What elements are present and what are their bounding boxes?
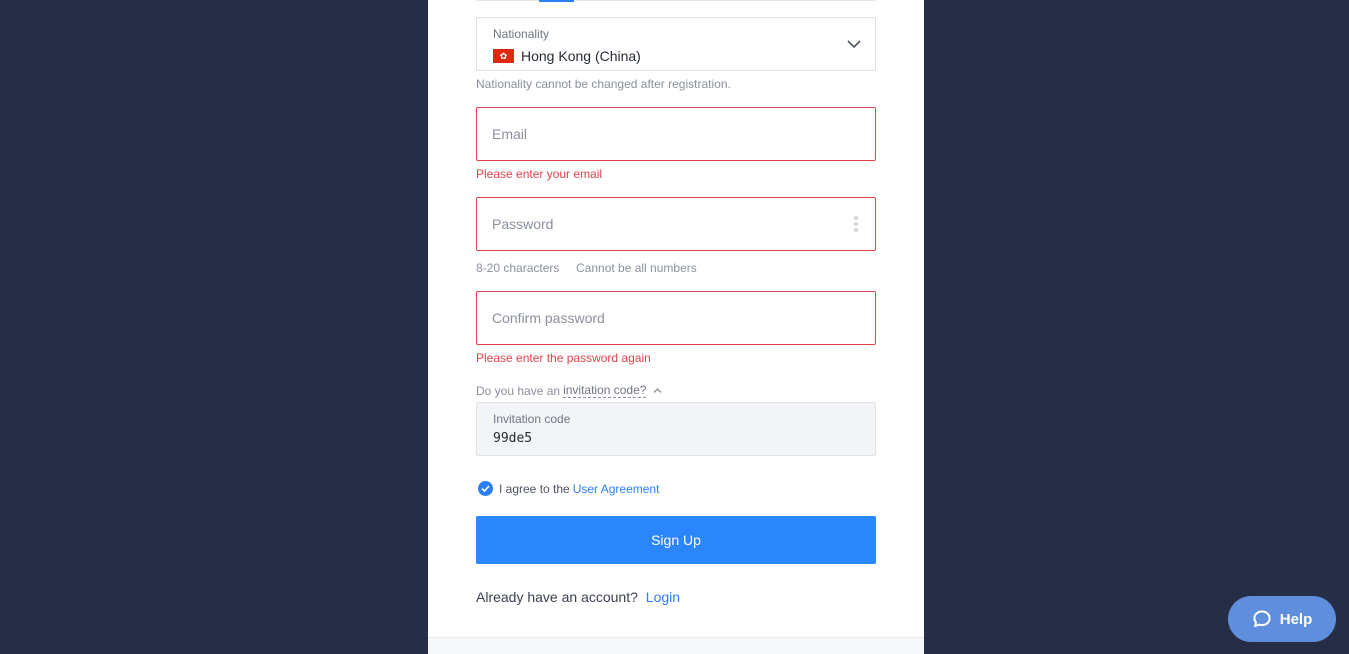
nationality-value: Hong Kong (China) <box>521 48 641 64</box>
invitation-code-field[interactable]: Invitation code 99de5 <box>476 402 876 456</box>
nationality-hint: Nationality cannot be changed after regi… <box>476 77 731 91</box>
agreement-row: I agree to the User Agreement <box>478 481 659 496</box>
email-placeholder: Email <box>492 126 528 142</box>
login-prompt: Already have an account? Login <box>476 589 680 605</box>
check-icon <box>481 485 490 493</box>
nationality-select[interactable]: Nationality ✿ Hong Kong (China) <box>476 17 876 71</box>
agreement-text: I agree to the <box>499 481 570 496</box>
password-rule-length: 8-20 characters <box>476 261 560 275</box>
help-button[interactable]: Help <box>1228 596 1336 642</box>
password-rule-numbers: Cannot be all numbers <box>576 261 697 275</box>
confirm-password-placeholder: Confirm password <box>492 310 605 326</box>
email-error: Please enter your email <box>476 167 603 181</box>
user-agreement-link[interactable]: User Agreement <box>573 482 660 496</box>
invitation-code-value: 99de5 <box>493 431 533 446</box>
invitation-question: Do you have an <box>476 383 561 398</box>
agreement-checkbox[interactable] <box>478 481 493 496</box>
chat-bubble-icon <box>1253 610 1271 628</box>
invitation-code-label: Invitation code <box>493 412 571 426</box>
signup-panel: Nationality ✿ Hong Kong (China) National… <box>428 0 924 654</box>
nationality-label: Nationality <box>493 27 550 41</box>
chevron-down-icon[interactable] <box>847 37 861 51</box>
login-link[interactable]: Login <box>646 589 680 605</box>
panel-footer <box>428 637 924 654</box>
confirm-password-error: Please enter the password again <box>476 351 651 365</box>
password-field[interactable]: Password <box>476 197 876 251</box>
chevron-up-icon[interactable] <box>653 386 662 395</box>
invitation-toggle[interactable]: Do you have an invitation code? <box>476 383 662 398</box>
hong-kong-flag-icon: ✿ <box>493 49 514 63</box>
email-field[interactable]: Email <box>476 107 876 161</box>
password-visibility-icon[interactable] <box>854 216 858 232</box>
tab-active-indicator <box>539 0 574 2</box>
invitation-link[interactable]: invitation code? <box>563 383 647 398</box>
tab-divider <box>476 0 876 1</box>
password-placeholder: Password <box>492 216 554 232</box>
sign-up-button[interactable]: Sign Up <box>476 516 876 564</box>
help-label: Help <box>1279 610 1313 628</box>
confirm-password-field[interactable]: Confirm password <box>476 291 876 345</box>
login-prompt-text: Already have an account? <box>476 589 638 605</box>
